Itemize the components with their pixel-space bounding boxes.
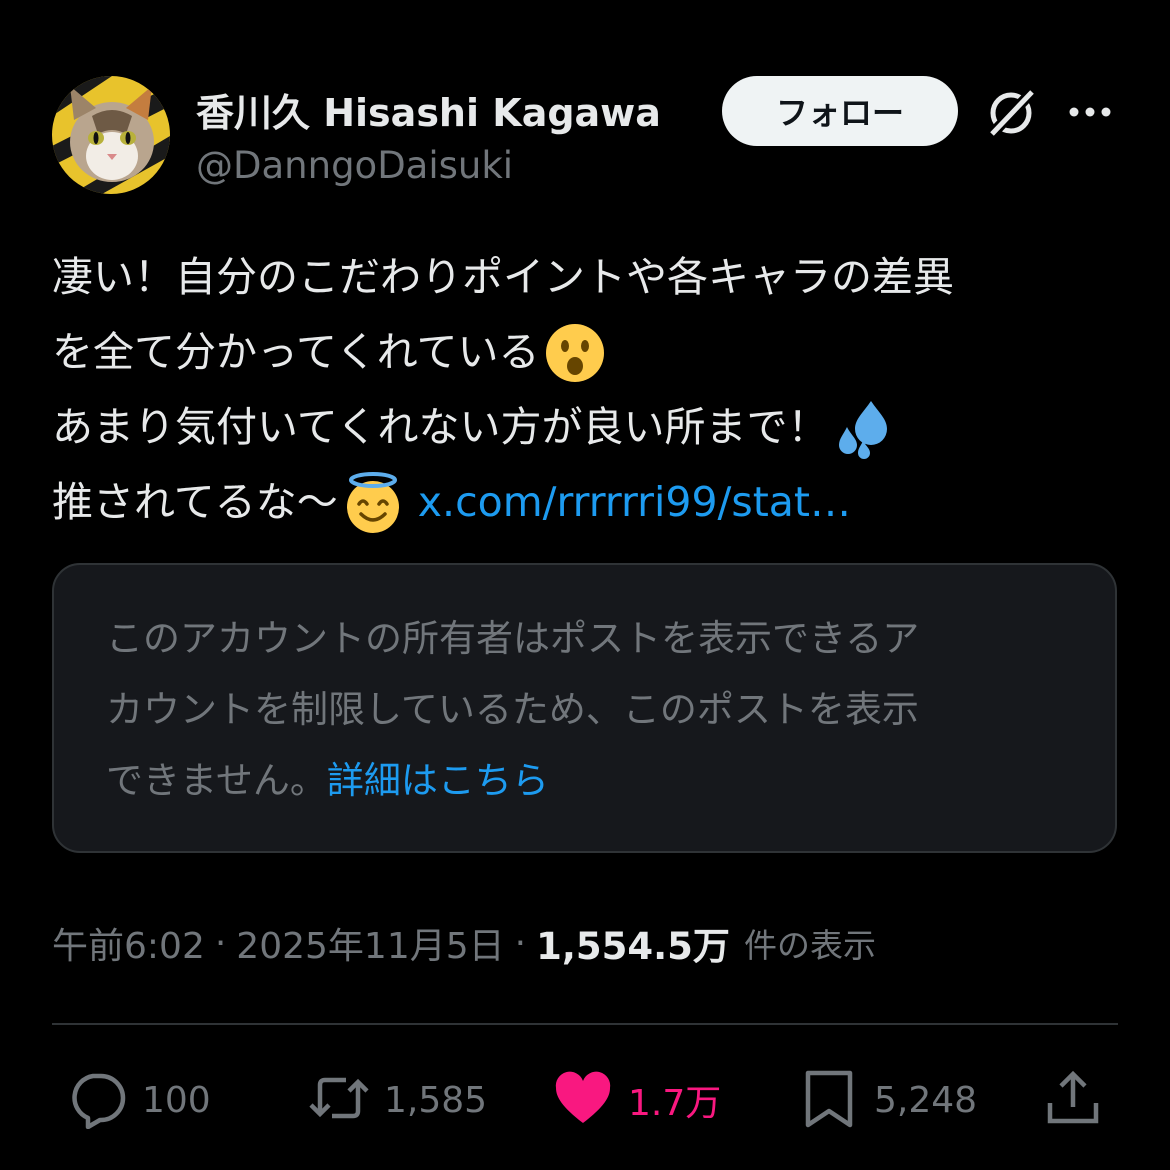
- like-count: 1.7万: [628, 1083, 722, 1124]
- reply-icon: [66, 1067, 128, 1133]
- avatar[interactable]: [52, 76, 170, 194]
- like-button[interactable]: 1.7万: [552, 1060, 721, 1140]
- follow-button[interactable]: フォロー: [722, 76, 958, 146]
- share-button[interactable]: [1042, 1060, 1104, 1140]
- sweat-droplets-icon: [833, 397, 895, 459]
- notice-line-2: カウントを制限しているため、このポストを表示: [106, 688, 919, 731]
- repost-button[interactable]: 1,585: [308, 1060, 487, 1140]
- post-line-2: を全て分かってくれている: [52, 328, 540, 376]
- view-count: 1,554.5万: [536, 925, 730, 968]
- post-line-1: 凄い！自分のこだわりポイントや各キャラの差異: [52, 253, 954, 301]
- reply-count: 100: [142, 1079, 211, 1121]
- repost-count: 1,585: [384, 1079, 488, 1121]
- grok-icon[interactable]: [984, 86, 1038, 140]
- author-display-name[interactable]: 香川久 Hisashi Kagawa: [196, 82, 661, 137]
- quoted-post-unavailable: このアカウントの所有者はポストを表示できるア カウントを制限しているため、このポ…: [52, 563, 1117, 853]
- view-count-label: 件の表示: [743, 926, 876, 965]
- face-with-open-mouth-icon: [544, 322, 606, 384]
- post-time[interactable]: 午前6:02: [52, 917, 205, 969]
- post-line-4: 推されてるな〜: [52, 478, 338, 526]
- bookmark-button[interactable]: 5,248: [798, 1060, 977, 1140]
- meta-separator: ·: [214, 922, 227, 964]
- repost-icon: [308, 1067, 370, 1133]
- post-meta: 午前6:02 · 2025年11月5日 · 1,554.5万 件の表示: [52, 916, 876, 970]
- bookmark-icon: [798, 1067, 860, 1133]
- notice-line-1: このアカウントの所有者はポストを表示できるア: [106, 617, 920, 660]
- post-date[interactable]: 2025年11月5日: [236, 917, 504, 969]
- notice-line-3: できません。: [106, 759, 327, 802]
- post-link[interactable]: x.com/rrrrrri99/stat…: [418, 465, 851, 540]
- notice-line-3-wrap: できません。詳細はこちら: [106, 745, 1063, 816]
- learn-more-link[interactable]: 詳細はこちら: [327, 759, 549, 802]
- bookmark-count: 5,248: [874, 1079, 978, 1121]
- more-icon[interactable]: [1066, 96, 1114, 128]
- post-text: 凄い！自分のこだわりポイントや各キャラの差異 を全て分かってくれている あまり気…: [52, 240, 1132, 540]
- author-handle[interactable]: @DanngoDaisuki: [196, 144, 513, 187]
- reply-button[interactable]: 100: [66, 1060, 211, 1140]
- action-bar: 100 1,585 1.7万 5,248: [0, 1060, 1170, 1140]
- heart-icon: [552, 1067, 614, 1133]
- divider: [52, 1023, 1118, 1025]
- smiling-face-with-halo-icon: [342, 471, 404, 534]
- meta-separator: ·: [514, 922, 527, 964]
- post-line-3: あまり気付いてくれない方が良い所まで！: [52, 403, 829, 451]
- share-icon: [1042, 1067, 1104, 1133]
